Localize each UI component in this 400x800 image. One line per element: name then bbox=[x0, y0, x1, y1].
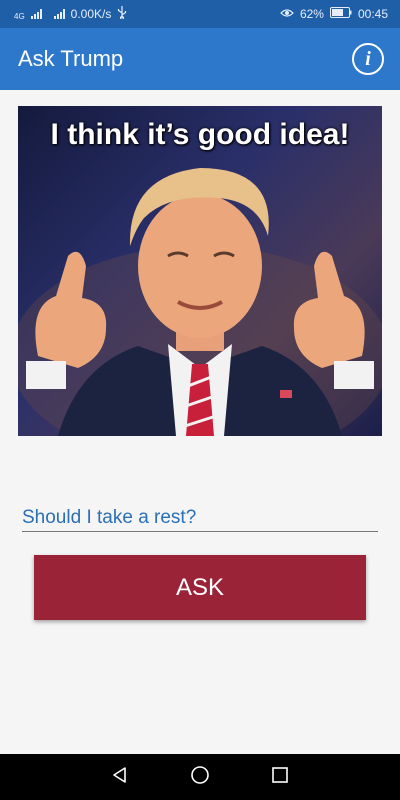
ask-button[interactable]: ASK bbox=[34, 555, 366, 620]
app-title: Ask Trump bbox=[18, 46, 124, 71]
battery-percent: 62% bbox=[299, 7, 324, 21]
navigation-bar bbox=[0, 754, 400, 800]
network-speed: 0.00K/s bbox=[70, 7, 112, 21]
clock: 00:45 bbox=[357, 7, 388, 21]
battery-icon bbox=[329, 7, 352, 21]
question-input[interactable] bbox=[22, 504, 378, 532]
recents-icon[interactable] bbox=[270, 765, 290, 790]
eye-comfort-icon bbox=[280, 7, 294, 21]
signal-2-icon bbox=[53, 9, 65, 19]
status-bar: 4G 0.00K/s 62% 00:45 bbox=[0, 0, 400, 28]
back-icon[interactable] bbox=[110, 765, 130, 790]
usb-icon bbox=[117, 6, 127, 22]
info-icon[interactable]: i bbox=[352, 43, 384, 75]
answer-image: I think it’s good idea! bbox=[18, 106, 382, 436]
app-bar: Ask Trump i bbox=[0, 28, 400, 90]
home-icon[interactable] bbox=[190, 765, 210, 790]
main-content: I think it’s good idea! ASK bbox=[0, 90, 400, 754]
network-type-label: 4G bbox=[14, 12, 25, 21]
trump-thumbs-up-illustration bbox=[18, 168, 382, 436]
answer-caption: I think it’s good idea! bbox=[50, 118, 350, 151]
signal-icon bbox=[30, 9, 42, 19]
